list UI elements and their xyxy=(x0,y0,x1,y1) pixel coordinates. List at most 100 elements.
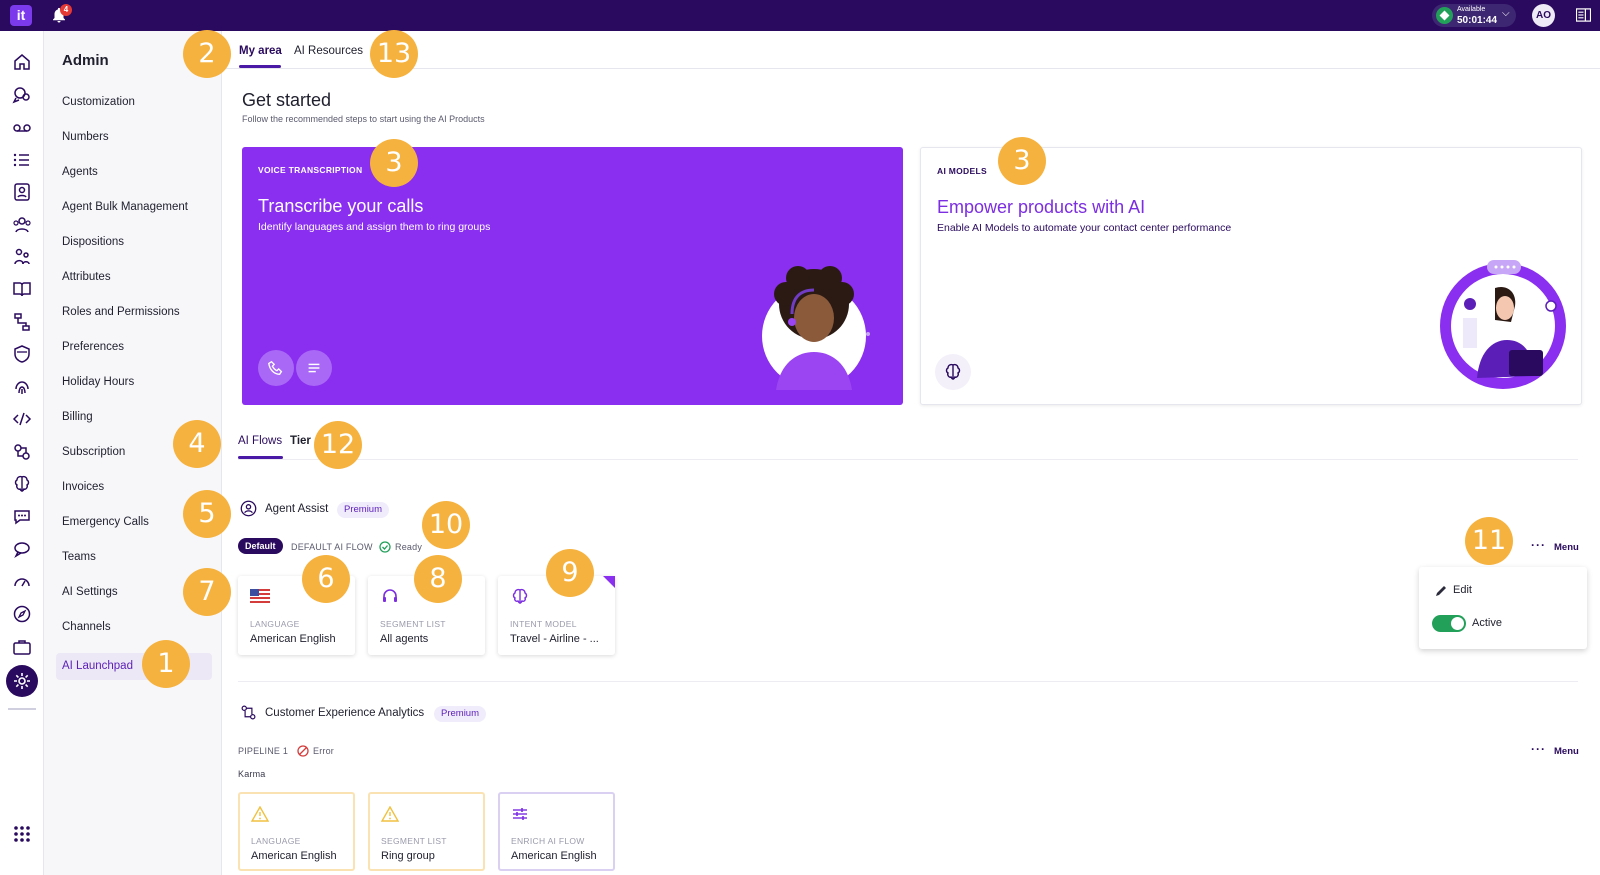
card-value: All agents xyxy=(380,633,429,645)
phone-icon xyxy=(268,360,283,375)
code-icon[interactable] xyxy=(12,409,32,429)
sidebar-item-agent-bulk-management[interactable]: Agent Bulk Management xyxy=(56,194,212,221)
card-eyebrow: VOICE TRANSCRIPTION xyxy=(258,165,363,175)
text-lines-icon xyxy=(308,363,320,373)
status-label: Available xyxy=(1457,6,1486,13)
card-title: Transcribe your calls xyxy=(258,196,424,216)
admin-title: Admin xyxy=(62,52,109,69)
fingerprint-icon[interactable] xyxy=(12,377,32,397)
sidebar-item-holiday-hours[interactable]: Holiday Hours xyxy=(56,369,212,396)
sidebar-item-teams[interactable]: Teams xyxy=(56,544,212,571)
rail-divider xyxy=(8,708,36,710)
sliders-icon xyxy=(513,808,527,820)
card-value: American English xyxy=(251,850,337,862)
tab-ai-flows[interactable]: AI Flows xyxy=(238,435,282,447)
side-panel-icon[interactable] xyxy=(1576,8,1591,22)
page-title: Get started xyxy=(242,90,332,110)
transcript-button[interactable] xyxy=(296,350,332,386)
pencil-icon[interactable] xyxy=(1434,584,1448,598)
chat-bubbles-icon[interactable] xyxy=(12,85,32,105)
agent-assist-icon xyxy=(240,500,257,517)
segment-list-card[interactable]: SEGMENT LIST Ring group xyxy=(368,792,485,871)
pipeline-subtitle: Karma xyxy=(238,769,266,779)
card-description: Enable AI Models to automate your contac… xyxy=(937,222,1232,234)
callout-marker: 2 xyxy=(183,30,231,78)
section-divider xyxy=(238,681,1578,682)
callout-marker: 7 xyxy=(183,568,231,616)
shield-icon[interactable] xyxy=(12,344,32,364)
callout-marker: 6 xyxy=(302,555,350,603)
message-icon[interactable] xyxy=(12,507,32,527)
brain-icon xyxy=(945,363,961,380)
sidebar-item-preferences[interactable]: Preferences xyxy=(56,334,212,361)
tab-tier[interactable]: Tier xyxy=(290,435,311,447)
callout-marker: 12 xyxy=(314,421,362,469)
contacts-icon[interactable] xyxy=(12,182,32,202)
briefcase-icon[interactable] xyxy=(12,637,32,657)
card-label: LANGUAGE xyxy=(251,836,301,846)
voice-transcription-card[interactable]: VOICE TRANSCRIPTION Transcribe your call… xyxy=(242,147,903,405)
gauge-icon[interactable] xyxy=(12,572,32,592)
enrich-ai-flow-card[interactable]: ENRICH AI FLOW American English xyxy=(498,792,615,871)
voicemail-icon[interactable] xyxy=(12,118,32,138)
agent-assist-menu-button[interactable]: Menu xyxy=(1554,542,1579,553)
callout-marker: 3 xyxy=(370,139,418,187)
headset-icon xyxy=(383,589,397,602)
sidebar-item-channels[interactable]: Channels xyxy=(56,614,212,641)
card-value: American English xyxy=(511,850,597,862)
list-icon[interactable] xyxy=(12,150,32,170)
tab-active-indicator xyxy=(238,456,283,459)
card-value: Ring group xyxy=(381,850,435,862)
brain-icon[interactable] xyxy=(12,474,32,494)
book-icon[interactable] xyxy=(12,279,32,299)
cx-analytics-title: Customer Experience Analytics xyxy=(265,707,425,719)
active-toggle[interactable] xyxy=(1432,615,1466,632)
flow-tabs: AI Flows Tier xyxy=(238,425,1578,460)
gear-icon[interactable] xyxy=(12,671,32,691)
card-value: American English xyxy=(250,633,336,645)
user-avatar[interactable]: AO xyxy=(1532,4,1555,27)
app-logo[interactable]: it xyxy=(10,5,32,26)
card-label: LANGUAGE xyxy=(250,619,300,629)
team-icon[interactable] xyxy=(12,215,32,235)
more-dots-icon[interactable]: ··· xyxy=(1531,742,1546,756)
notification-count-badge: 4 xyxy=(60,4,72,16)
more-dots-icon[interactable]: ··· xyxy=(1531,538,1546,552)
people-icon[interactable] xyxy=(12,247,32,267)
flow-name: DEFAULT AI FLOW xyxy=(291,542,373,552)
ai-brain-button[interactable] xyxy=(935,354,971,390)
default-badge: Default xyxy=(238,538,283,554)
edit-menu-item[interactable]: Edit xyxy=(1453,584,1472,596)
sidebar-item-attributes[interactable]: Attributes xyxy=(56,264,212,291)
apps-grid-icon[interactable] xyxy=(12,824,32,844)
sidebar-item-numbers[interactable]: Numbers xyxy=(56,124,212,151)
comment-icon[interactable] xyxy=(12,539,32,559)
card-description: Identify languages and assign them to ri… xyxy=(258,221,491,233)
analytics-flow-icon xyxy=(241,705,256,720)
callout-marker: 8 xyxy=(414,555,462,603)
active-toggle-label: Active xyxy=(1472,617,1502,629)
card-label: ENRICH AI FLOW xyxy=(511,836,585,846)
settings-flow-icon[interactable] xyxy=(12,442,32,462)
phone-transcription-button[interactable] xyxy=(258,350,294,386)
home-icon[interactable] xyxy=(12,52,32,72)
callout-marker: 9 xyxy=(546,549,594,597)
callout-marker: 13 xyxy=(370,30,418,78)
language-card[interactable]: LANGUAGE American English xyxy=(238,792,355,871)
tab-ai-resources[interactable]: AI Resources xyxy=(294,45,363,57)
sidebar-item-roles-and-permissions[interactable]: Roles and Permissions xyxy=(56,299,212,326)
compass-icon[interactable] xyxy=(12,604,32,624)
ai-models-card[interactable]: AI MODELS Empower products with AI Enabl… xyxy=(920,147,1582,405)
callout-marker: 11 xyxy=(1465,517,1513,565)
flow-icon[interactable] xyxy=(12,312,32,332)
agent-assist-title: Agent Assist xyxy=(265,503,329,515)
callout-marker: 5 xyxy=(183,490,231,538)
agent-status-selector[interactable]: Available 50:01:44 ⌵ xyxy=(1432,4,1516,27)
available-status-icon xyxy=(1436,7,1453,24)
cx-analytics-menu-button[interactable]: Menu xyxy=(1554,746,1579,757)
sidebar-item-agents[interactable]: Agents xyxy=(56,159,212,186)
tab-my-area[interactable]: My area xyxy=(239,45,282,57)
sidebar-item-dispositions[interactable]: Dispositions xyxy=(56,229,212,256)
sidebar-item-customization[interactable]: Customization xyxy=(56,89,212,116)
ai-agent-illustration xyxy=(1440,260,1566,389)
